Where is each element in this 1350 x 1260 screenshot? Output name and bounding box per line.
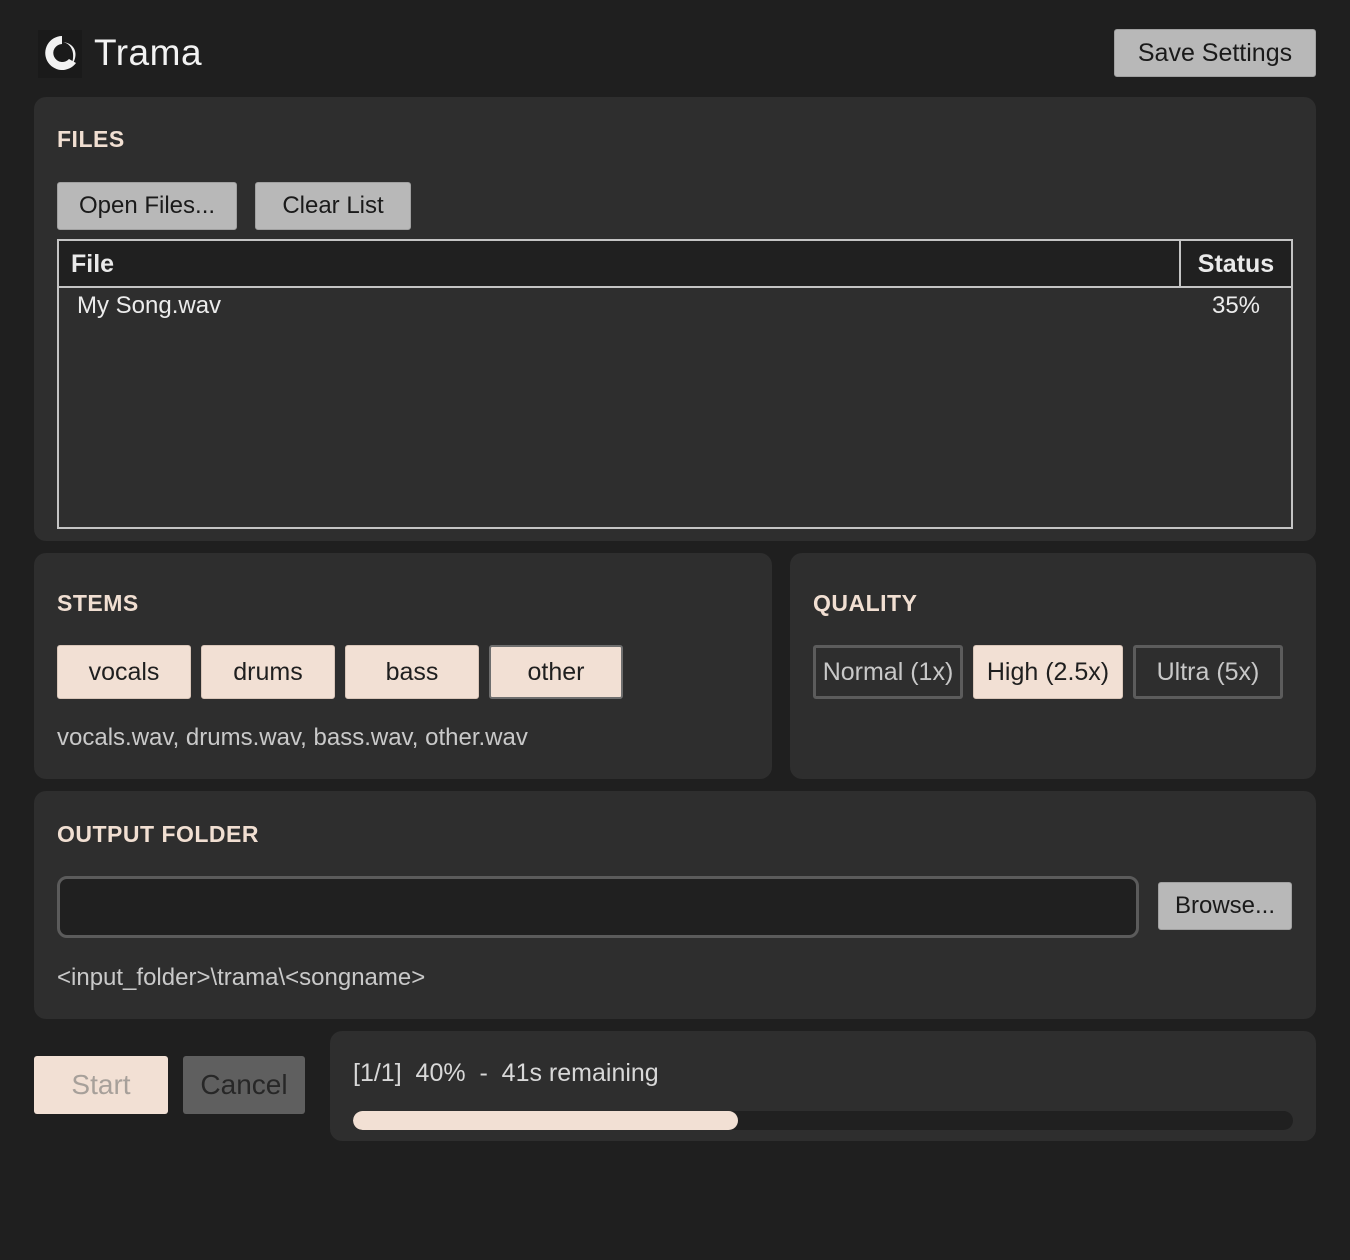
quality-option-high[interactable]: High (2.5x) [973,645,1123,699]
app-title: Trama [94,32,203,73]
file-table[interactable]: File Status My Song.wav 35% [57,239,1293,529]
stems-output-files: vocals.wav, drums.wav, bass.wav, other.w… [57,724,528,751]
column-header-status[interactable]: Status [1181,241,1291,286]
quality-option-normal[interactable]: Normal (1x) [813,645,963,699]
default-output-path: <input_folder>\trama\<songname> [57,964,426,991]
output-folder-title: OUTPUT FOLDER [57,821,259,847]
files-panel: FILES Open Files... Clear List File Stat… [34,97,1316,541]
stem-toggle-bass[interactable]: bass [345,645,479,699]
start-button[interactable]: Start [34,1056,168,1114]
open-files-button[interactable]: Open Files... [57,182,237,230]
clear-list-button[interactable]: Clear List [255,182,411,230]
file-status-cell: 35% [1211,292,1261,319]
cancel-button[interactable]: Cancel [183,1056,305,1114]
progress-bar [353,1111,1293,1130]
output-folder-panel: OUTPUT FOLDER Browse... <input_folder>\t… [34,791,1316,1019]
header: Trama Save Settings [34,28,1316,80]
stem-toggle-drums[interactable]: drums [201,645,335,699]
table-row[interactable]: My Song.wav 35% [59,288,1291,328]
files-title: FILES [57,126,125,152]
save-settings-button[interactable]: Save Settings [1114,29,1316,77]
stems-title: STEMS [57,590,139,616]
trama-logo-icon [38,30,82,78]
browse-button[interactable]: Browse... [1158,882,1292,930]
progress-panel: [1/1] 40% - 41s remaining [330,1031,1316,1141]
stem-toggle-vocals[interactable]: vocals [57,645,191,699]
output-folder-input[interactable] [57,876,1139,938]
progress-status-text: [1/1] 40% - 41s remaining [353,1059,659,1087]
stem-toggle-other[interactable]: other [489,645,623,699]
file-name-cell: My Song.wav [77,292,222,319]
table-header: File Status [59,241,1291,288]
quality-option-ultra[interactable]: Ultra (5x) [1133,645,1283,699]
stems-panel: STEMS vocals drums bass other vocals.wav… [34,553,772,779]
quality-title: QUALITY [813,590,918,616]
column-header-file[interactable]: File [59,241,1181,286]
progress-bar-fill [353,1111,739,1130]
trama-app: Trama Save Settings FILES Open Files... … [0,0,1350,1260]
quality-panel: QUALITY Normal (1x) High (2.5x) Ultra (5… [790,553,1316,779]
